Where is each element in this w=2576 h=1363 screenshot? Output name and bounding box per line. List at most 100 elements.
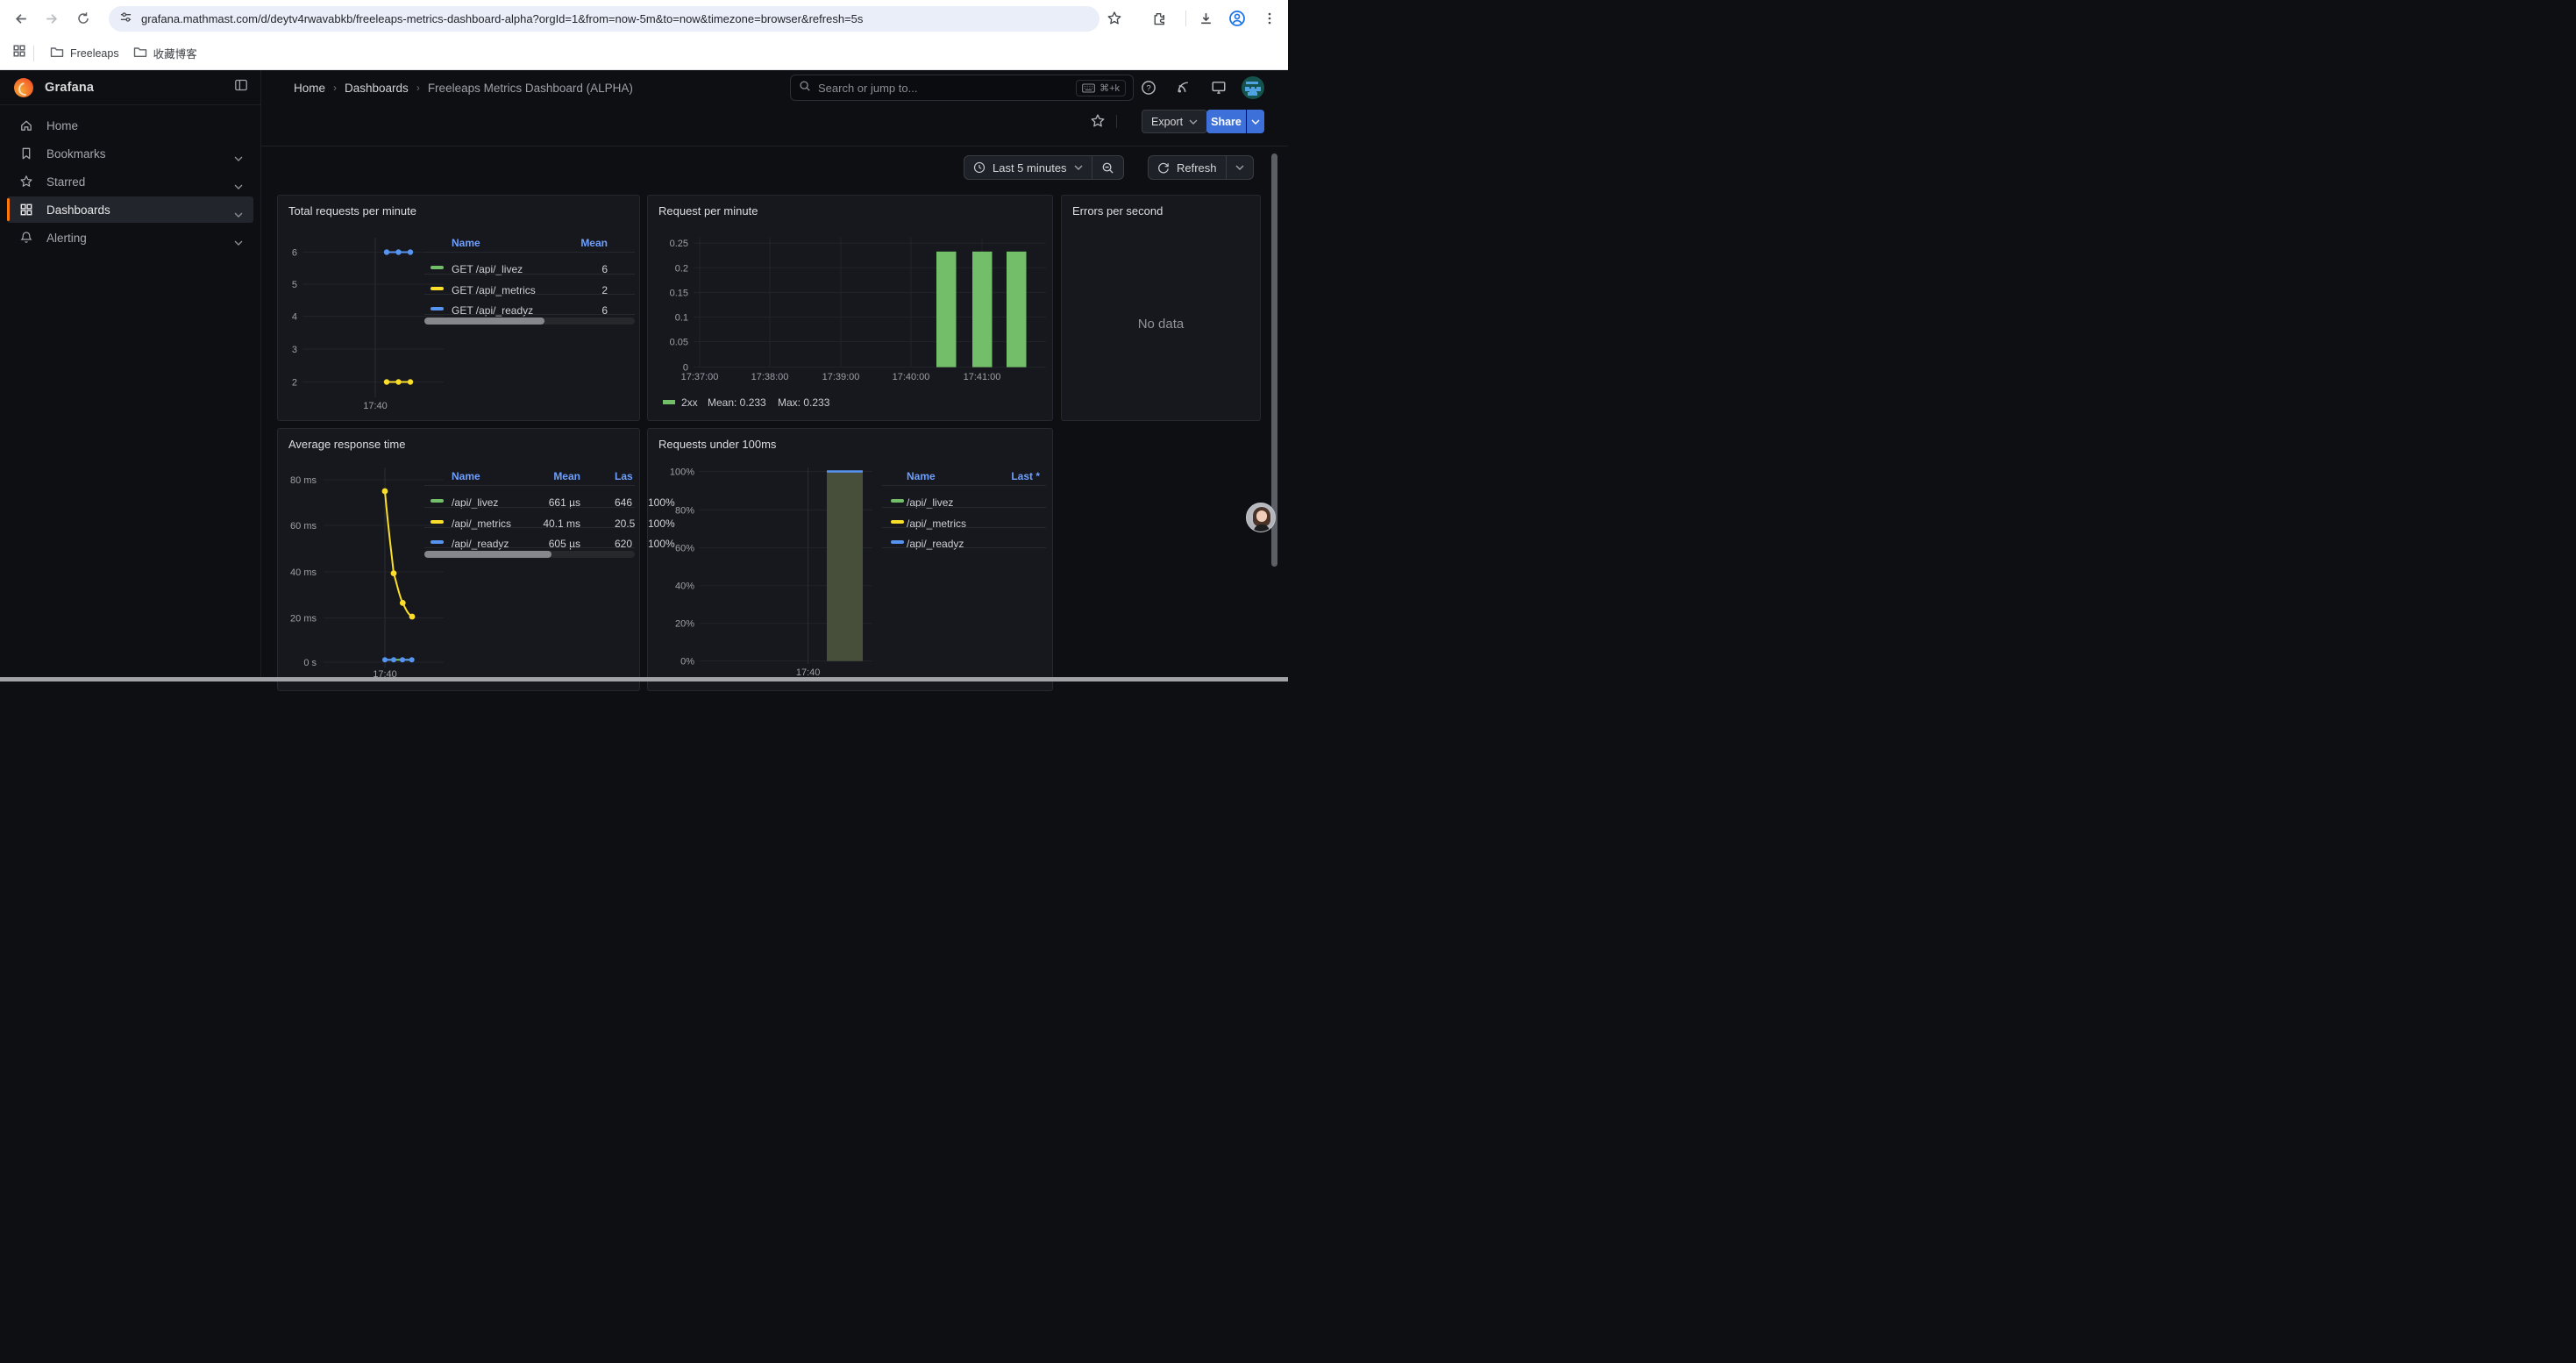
panel-errors-per-second: Errors per second No data [1061,195,1261,421]
panel-avg-response-time: Average response time80 ms60 ms40 ms20 m… [277,428,640,691]
back-icon[interactable] [9,6,33,31]
page-scrollbar[interactable] [1271,153,1277,567]
refresh-button[interactable]: Refresh [1149,156,1226,179]
search-shortcut-badge: ⌘+k [1076,80,1126,96]
share-menu-button[interactable] [1247,110,1264,133]
refresh-icon [1157,161,1170,174]
sidebar-item-dashboards[interactable]: Dashboards [7,196,253,223]
panel-title[interactable]: Errors per second [1072,204,1163,218]
refresh-interval-button[interactable] [1227,156,1253,179]
user-avatar[interactable] [1242,76,1264,99]
series-color-pill[interactable] [431,287,444,290]
series-last-value: 100% [648,517,675,530]
legend-column-mean: Mean [475,470,580,482]
chevron-down-icon[interactable] [234,207,243,212]
home-icon [19,118,33,132]
sidebar-item-home[interactable]: Home [7,112,253,139]
breadcrumb-item[interactable]: Dashboards [345,82,409,95]
bookmarks-divider [33,46,34,61]
forward-icon[interactable] [39,6,63,31]
time-range-button[interactable]: Last 5 minutes [964,156,1092,179]
sidebar-item-label: Dashboards [46,203,110,217]
clock-icon [973,161,986,174]
breadcrumb-item[interactable]: Home [294,82,325,95]
news-rss-icon[interactable] [1176,80,1192,96]
search-input[interactable]: Search or jump to... ⌘+k [790,75,1134,101]
series-color-pill[interactable] [891,520,904,524]
search-icon [799,80,811,96]
grafana-app: Grafana HomeBookmarksStarredDashboardsAl… [0,70,1288,682]
grafana-logo-icon[interactable] [14,78,33,97]
favorite-star-icon[interactable] [1090,113,1106,129]
legend-scrollbar-thumb[interactable] [424,551,551,558]
time-range-picker: Last 5 minutes [964,155,1124,180]
window-bottom-edge [0,677,1288,682]
svg-text:17:41:00: 17:41:00 [964,372,1001,382]
breadcrumb-separator: › [416,82,420,94]
series-color-pill[interactable] [891,540,904,544]
svg-text:5: 5 [292,280,297,290]
legend-scrollbar-thumb[interactable] [424,318,544,325]
share-button[interactable]: Share [1206,110,1246,133]
no-data-label: No data [1062,317,1260,332]
sidebar-item-bookmarks[interactable]: Bookmarks [7,140,253,167]
series-color-pill[interactable] [891,499,904,503]
legend-column-last: Last * [935,470,1040,482]
svg-text:40 ms: 40 ms [290,567,317,578]
chevron-down-icon[interactable] [234,179,243,184]
svg-text:80%: 80% [675,506,694,517]
svg-text:17:38:00: 17:38:00 [751,372,789,382]
site-settings-icon[interactable] [119,11,132,28]
zoom-out-button[interactable] [1092,156,1123,179]
chevron-down-icon[interactable] [234,151,243,156]
downloads-icon[interactable] [1196,9,1215,28]
legend-column-name: Name [452,237,480,249]
address-bar[interactable]: grafana.mathmast.com/d/deytv4rwavabkb/fr… [109,6,1099,32]
svg-text:0.15: 0.15 [670,288,688,298]
grid-icon [19,203,33,217]
svg-text:20%: 20% [675,619,694,630]
help-icon[interactable]: ? [1141,80,1156,96]
panel-requests-under-100ms: Requests under 100ms100%80%60%40%20%0%17… [647,428,1053,691]
profile-icon[interactable] [1228,9,1247,28]
extensions-icon[interactable] [1149,9,1168,28]
svg-text:0%: 0% [680,657,694,667]
chevron-down-icon[interactable] [234,235,243,240]
svg-text:2xx: 2xx [681,396,698,409]
series-color-pill[interactable] [431,266,444,269]
chevron-down-icon [1074,165,1083,170]
svg-text:6: 6 [292,248,297,259]
chevron-down-icon [1251,119,1260,125]
legend-column-name: Name [907,470,936,482]
series-color-pill[interactable] [431,520,444,524]
folder-icon [133,46,147,61]
apps-grid-icon[interactable] [12,44,26,62]
refresh-control: Refresh [1148,155,1254,180]
browser-menu-icon[interactable] [1260,9,1279,28]
sidebar-item-starred[interactable]: Starred [7,168,253,195]
svg-text:3: 3 [292,345,297,355]
bookmark-star-icon[interactable] [1105,9,1124,28]
keyboard-icon [1082,83,1095,93]
series-color-pill[interactable] [431,499,444,503]
svg-text:17:37:00: 17:37:00 [681,372,719,382]
svg-text:?: ? [1146,83,1150,93]
sidebar-item-alerting[interactable]: Alerting [7,225,253,251]
svg-text:0.2: 0.2 [675,263,688,274]
bookmark-folder[interactable]: 收藏博客 [126,41,204,65]
dock-menu-icon[interactable] [234,78,248,96]
floating-assistant-avatar[interactable] [1246,503,1276,532]
series-color-pill[interactable] [431,307,444,310]
toolbar-divider [1116,115,1117,128]
bookmark-icon [19,146,33,161]
bookmark-folder[interactable]: Freeleaps [43,41,126,65]
panel-total-requests: Total requests per minute6543217:40NameM… [277,195,640,421]
series-color-pill[interactable] [431,540,444,544]
export-button[interactable]: Export [1142,110,1207,133]
svg-text:17:40:00: 17:40:00 [893,372,930,382]
breadcrumb-separator: › [333,82,337,94]
breadcrumb: Home›Dashboards›Freeleaps Metrics Dashbo… [294,82,633,95]
kiosk-monitor-icon[interactable] [1211,80,1227,96]
reload-icon[interactable] [71,6,96,31]
svg-text:0 s: 0 s [303,658,317,668]
